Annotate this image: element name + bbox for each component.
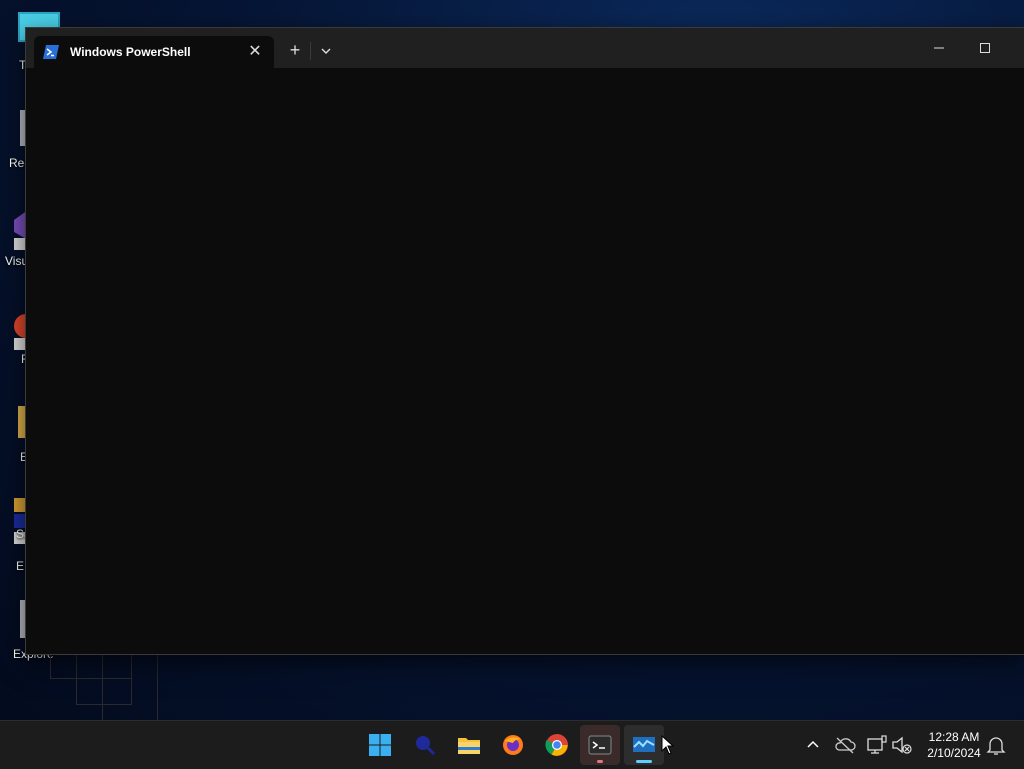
folder-icon (458, 738, 480, 754)
active-indicator (636, 760, 652, 763)
new-tab-button[interactable]: + (284, 40, 306, 62)
clock-date: 2/10/2024 (927, 746, 981, 760)
terminal-content[interactable] (26, 68, 1024, 654)
chevron-down-icon[interactable] (316, 41, 336, 61)
close-tab-icon[interactable]: ✕ (244, 41, 266, 63)
powershell-icon (43, 45, 59, 59)
clock-time: 12:28 AM (928, 730, 980, 744)
chrome-button[interactable] (537, 725, 577, 765)
search-button[interactable] (405, 725, 445, 765)
firefox-icon (503, 735, 523, 755)
minimize-icon[interactable] (924, 38, 954, 58)
firefox-button[interactable] (493, 725, 533, 765)
window-shadow-outline (102, 652, 158, 720)
volume-muted-icon[interactable] (890, 733, 914, 757)
network-icon[interactable] (865, 733, 889, 757)
monitor-app-icon (633, 737, 655, 752)
taskbar: 12:28 AM 2/10/2024 (0, 720, 1024, 769)
terminal-icon (588, 735, 612, 755)
chrome-icon (545, 734, 568, 756)
terminal-button[interactable] (580, 725, 620, 765)
app-button[interactable] (624, 725, 664, 765)
chevron-up-icon[interactable] (801, 733, 825, 757)
titlebar-divider (310, 42, 311, 60)
system-clock[interactable]: 12:28 AM 2/10/2024 (916, 729, 992, 761)
maximize-icon[interactable] (970, 38, 1000, 58)
file-explorer-button[interactable] (449, 725, 489, 765)
tab-title: Windows PowerShell (70, 45, 191, 59)
running-indicator (597, 760, 603, 763)
tab-windows-powershell[interactable]: Windows PowerShell ✕ (34, 36, 274, 68)
onedrive-offline-icon[interactable] (833, 733, 857, 757)
mouse-cursor-icon (661, 735, 675, 755)
terminal-window: Windows PowerShell ✕ + (25, 27, 1024, 655)
search-icon (416, 736, 436, 756)
terminal-titlebar[interactable]: Windows PowerShell ✕ + (26, 28, 1024, 68)
start-button[interactable] (360, 725, 400, 765)
bell-icon[interactable] (984, 733, 1008, 757)
windows-logo-icon (369, 734, 391, 756)
